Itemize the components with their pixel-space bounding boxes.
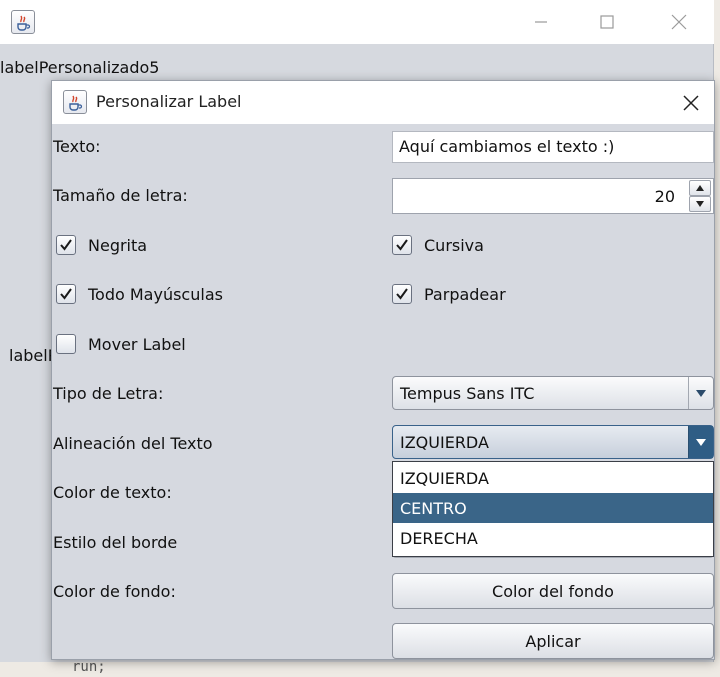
alineacion-dropdown-list: IZQUIERDA CENTRO DERECHA xyxy=(392,461,714,557)
alineacion-value: IZQUIERDA xyxy=(400,433,489,452)
cursiva-label: Cursiva xyxy=(424,235,484,255)
dropdown-option-derecha[interactable]: DERECHA xyxy=(393,523,713,553)
java-app-icon xyxy=(11,10,35,34)
texto-input[interactable]: Aquí cambiamos el texto :) xyxy=(392,131,714,163)
checkmark-icon xyxy=(60,288,72,300)
tipo-letra-combo[interactable]: Tempus Sans ITC xyxy=(392,376,714,410)
tamano-letra-label: Tamaño de letra: xyxy=(53,186,188,205)
dialog-titlebar: Personalizar Label xyxy=(52,81,714,124)
label-personalizado-5: labelPersonalizado5 xyxy=(0,58,160,77)
checkbox-box[interactable] xyxy=(56,284,76,304)
chevron-down-icon xyxy=(696,389,706,397)
checkmark-icon xyxy=(60,239,72,251)
java-app-icon xyxy=(63,90,87,114)
combo-arrow-button[interactable] xyxy=(688,377,713,409)
close-window-button[interactable] xyxy=(650,0,708,44)
dialog-close-button[interactable] xyxy=(672,84,710,122)
arrow-down-icon xyxy=(696,201,704,207)
checkmark-icon xyxy=(396,288,408,300)
alineacion-combo[interactable]: IZQUIERDA xyxy=(392,425,714,459)
parpadear-checkbox[interactable]: Parpadear xyxy=(392,284,506,304)
close-icon xyxy=(683,95,699,111)
minimize-icon xyxy=(535,21,547,23)
color-fondo-label: Color de fondo: xyxy=(53,582,176,601)
negrita-checkbox[interactable]: Negrita xyxy=(56,235,147,255)
dropdown-option-izquierda[interactable]: IZQUIERDA xyxy=(393,463,713,493)
mover-label-checkbox[interactable]: Mover Label xyxy=(56,334,186,354)
maximize-button[interactable] xyxy=(578,0,636,44)
arrow-up-icon xyxy=(696,185,704,191)
maximize-icon xyxy=(600,15,614,29)
dialog-title: Personalizar Label xyxy=(96,92,242,111)
checkmark-icon xyxy=(396,239,408,251)
cursiva-checkbox[interactable]: Cursiva xyxy=(392,235,484,255)
texto-label: Texto: xyxy=(53,137,101,156)
spinner-up-button[interactable] xyxy=(689,180,711,196)
todo-mayusculas-checkbox[interactable]: Todo Mayúsculas xyxy=(56,284,223,304)
color-texto-label: Color de texto: xyxy=(53,483,172,502)
parpadear-label: Parpadear xyxy=(424,284,506,304)
tipo-letra-value: Tempus Sans ITC xyxy=(400,384,535,403)
personalizar-label-dialog: Personalizar Label Texto: Aquí cambiamos… xyxy=(51,80,715,660)
combo-arrow-button[interactable] xyxy=(688,426,713,458)
close-icon xyxy=(671,14,687,30)
tamano-letra-value[interactable]: 20 xyxy=(655,187,675,206)
main-titlebar xyxy=(0,0,714,44)
checkbox-box[interactable] xyxy=(56,235,76,255)
chevron-down-icon xyxy=(696,438,706,446)
dropdown-option-centro[interactable]: CENTRO xyxy=(393,493,713,523)
negrita-label: Negrita xyxy=(88,235,148,255)
checkbox-box[interactable] xyxy=(392,235,412,255)
alineacion-label: Alineación del Texto xyxy=(53,434,213,453)
todo-mayusculas-label: Todo Mayúsculas xyxy=(88,284,223,304)
minimize-button[interactable] xyxy=(512,0,570,44)
spinner-down-button[interactable] xyxy=(689,196,711,212)
aplicar-button[interactable]: Aplicar xyxy=(392,623,714,659)
checkbox-box[interactable] xyxy=(56,334,76,354)
mover-label-label: Mover Label xyxy=(88,334,186,354)
checkbox-box[interactable] xyxy=(392,284,412,304)
color-fondo-button[interactable]: Color del fondo xyxy=(392,573,714,609)
tamano-letra-spinner[interactable]: 20 xyxy=(392,178,714,214)
tipo-letra-label: Tipo de Letra: xyxy=(53,384,164,403)
estilo-borde-label: Estilo del borde xyxy=(53,533,178,552)
